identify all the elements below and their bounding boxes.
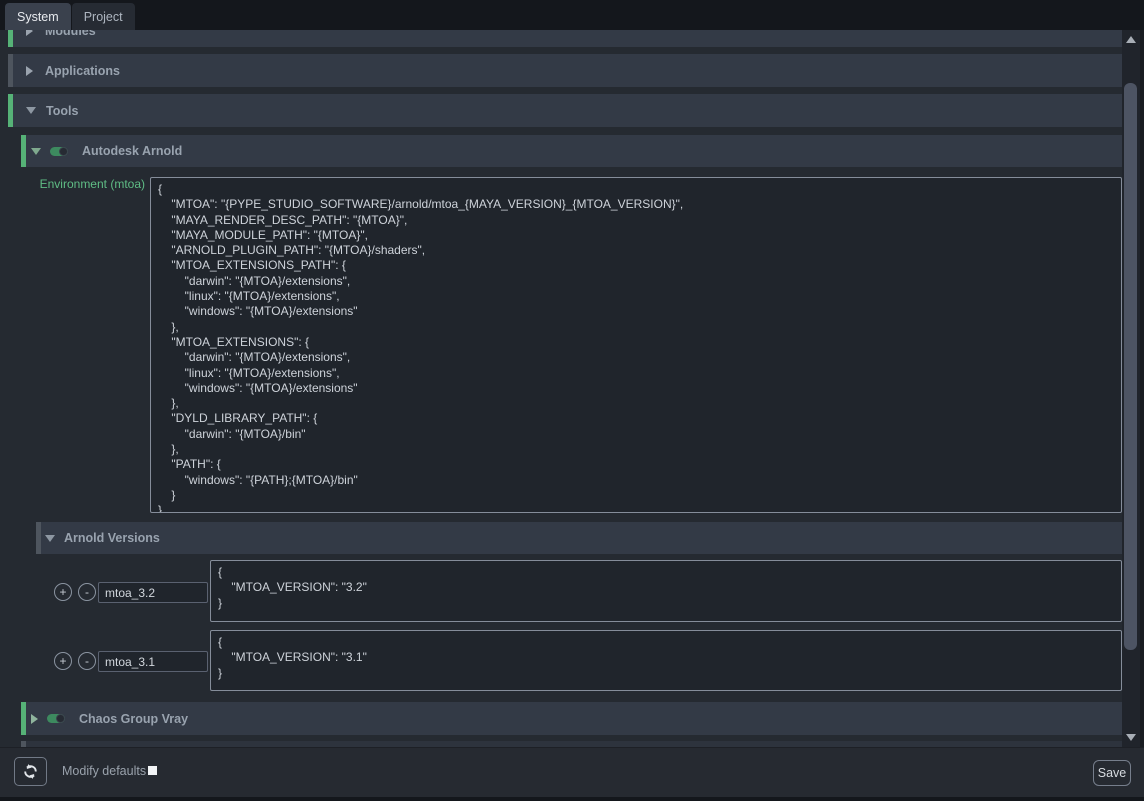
refresh-button[interactable] (14, 757, 47, 786)
add-version-button[interactable]: + (54, 583, 72, 601)
arnold-enabled-toggle[interactable] (50, 147, 68, 156)
modified-indicator-bar (21, 702, 26, 735)
scroll-up-arrow-icon[interactable] (1126, 36, 1136, 43)
expand-arrow-icon[interactable] (31, 714, 38, 724)
unmodified-indicator-bar (36, 522, 41, 554)
modify-defaults-checkbox[interactable] (148, 766, 157, 775)
expand-arrow-icon[interactable] (26, 30, 33, 36)
footer-bar: Modify defaults Save (0, 747, 1144, 797)
modified-indicator-bar (8, 30, 13, 47)
save-button[interactable]: Save (1093, 760, 1131, 786)
collapse-arrow-icon[interactable] (26, 107, 36, 114)
settings-window: System Project Modules Applications Tool… (0, 0, 1144, 801)
version-json-text[interactable]: { "MTOA_VERSION": "3.1" } (211, 631, 1121, 681)
tab-bar: System Project (0, 0, 1144, 30)
version-json-text[interactable]: { "MTOA_VERSION": "3.2" } (211, 561, 1121, 611)
version-name-input[interactable] (98, 582, 208, 603)
collapse-arrow-icon[interactable] (45, 535, 55, 542)
scrollbar-thumb[interactable] (1124, 83, 1137, 650)
version-json-editor[interactable]: { "MTOA_VERSION": "3.1" } (210, 630, 1122, 691)
expand-arrow-icon[interactable] (26, 66, 33, 76)
section-header-arnold-versions[interactable]: Arnold Versions (36, 522, 1122, 554)
modified-indicator-bar (21, 135, 26, 167)
vertical-scrollbar[interactable] (1122, 30, 1140, 747)
scroll-down-arrow-icon[interactable] (1126, 734, 1136, 741)
section-title: Chaos Group Vray (79, 712, 188, 726)
environment-mtoa-label: Environment (mtoa) (20, 177, 145, 191)
section-title: Arnold Versions (64, 531, 160, 545)
version-json-editor[interactable]: { "MTOA_VERSION": "3.2" } (210, 560, 1122, 622)
settings-scroll-area[interactable]: Modules Applications Tools Autodesk Arno… (0, 30, 1144, 747)
tab-project[interactable]: Project (72, 3, 135, 30)
section-header-applications[interactable]: Applications (8, 54, 1122, 87)
add-version-button[interactable]: + (54, 652, 72, 670)
toggle-knob (56, 714, 65, 723)
section-header-autodesk-arnold[interactable]: Autodesk Arnold (21, 135, 1122, 167)
toggle-knob (59, 147, 68, 156)
section-title: Applications (45, 64, 120, 78)
environment-json-text[interactable]: { "MTOA": "{PYPE_STUDIO_SOFTWARE}/arnold… (151, 178, 1121, 513)
window-edge (1140, 30, 1144, 747)
environment-json-editor[interactable]: { "MTOA": "{PYPE_STUDIO_SOFTWARE}/arnold… (150, 177, 1122, 513)
section-title: Autodesk Arnold (82, 144, 182, 158)
modify-defaults-label: Modify defaults (62, 764, 146, 778)
section-header-modules[interactable]: Modules (8, 30, 1122, 47)
section-title: Modules (45, 30, 96, 38)
remove-version-button[interactable]: - (78, 583, 96, 601)
version-name-input[interactable] (98, 651, 208, 672)
modified-indicator-bar (8, 94, 13, 127)
section-modules-clipped: Modules (8, 30, 1122, 47)
unmodified-indicator-bar (8, 54, 13, 87)
version-row-mtoa-3-1: + - { "MTOA_VERSION": "3.1" } (0, 630, 1122, 691)
vray-enabled-toggle[interactable] (47, 714, 65, 723)
section-header-chaos-group-vray[interactable]: Chaos Group Vray (21, 702, 1122, 735)
tab-system[interactable]: System (5, 3, 71, 30)
version-row-mtoa-3-2: + - { "MTOA_VERSION": "3.2" } (0, 560, 1122, 622)
collapse-arrow-icon[interactable] (31, 148, 41, 155)
window-bottom-edge (0, 797, 1144, 801)
remove-version-button[interactable]: - (78, 652, 96, 670)
section-title: Tools (46, 104, 78, 118)
section-header-tools[interactable]: Tools (8, 94, 1122, 127)
refresh-icon (22, 763, 39, 780)
